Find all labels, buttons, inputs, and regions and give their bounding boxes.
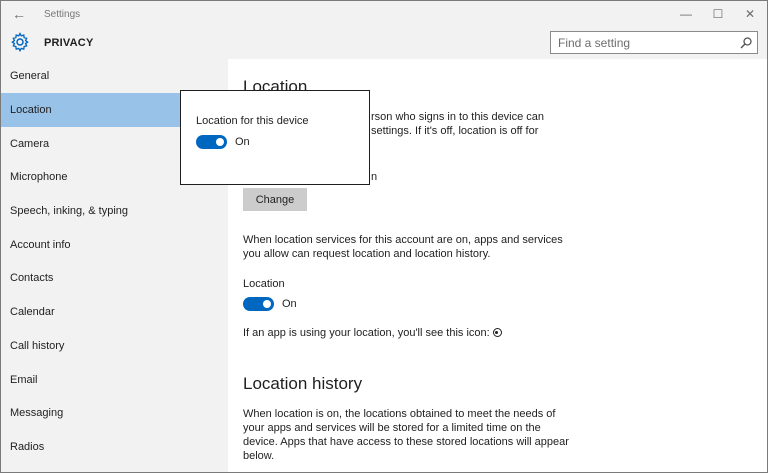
sidebar-item-calendar[interactable]: Calendar — [1, 295, 228, 329]
history-description-line1: When location is on, the locations obtai… — [243, 408, 556, 420]
sidebar-item-contacts[interactable]: Contacts — [1, 261, 228, 295]
account-description-line1: When location services for this account … — [243, 234, 563, 246]
location-device-popup: Location for this device On — [180, 90, 370, 185]
window-title: Settings — [44, 9, 81, 20]
device-location-toggle-state: On — [235, 136, 250, 148]
icon-hint-text: If an app is using your location, you'll… — [243, 327, 490, 339]
device-location-toggle[interactable] — [196, 135, 227, 149]
settings-window: ← Settings — ☐ ✕ PRIVACY General Locatio… — [0, 0, 768, 473]
partial-text: n — [371, 171, 378, 183]
sidebar-item-account-info[interactable]: Account info — [1, 228, 228, 262]
history-description-line4: below. — [243, 450, 275, 462]
location-indicator-icon — [492, 328, 502, 337]
sidebar-item-email[interactable]: Email — [1, 363, 228, 397]
device-description-line2: settings. If it's off, location is off f… — [371, 125, 539, 137]
location-toggle-title: Location — [243, 278, 285, 290]
section-title: PRIVACY — [44, 37, 94, 49]
search-box[interactable] — [550, 31, 758, 54]
minimize-icon[interactable]: — — [673, 5, 699, 23]
change-button[interactable]: Change — [243, 188, 307, 211]
sidebar-item-speech[interactable]: Speech, inking, & typing — [1, 194, 228, 228]
search-input[interactable] — [551, 32, 737, 53]
sidebar-item-radios[interactable]: Radios — [1, 430, 228, 464]
toggle-knob — [263, 300, 271, 308]
gear-icon — [11, 32, 29, 52]
sidebar-item-messaging[interactable]: Messaging — [1, 396, 228, 430]
back-arrow-icon[interactable]: ← — [9, 5, 29, 23]
history-description-line2: your apps and services will be stored fo… — [243, 422, 541, 434]
location-history-heading: Location history — [243, 374, 363, 393]
sidebar-item-general[interactable]: General — [1, 59, 228, 93]
title-bar: ← Settings — ☐ ✕ — [1, 1, 767, 28]
location-toggle[interactable] — [243, 297, 274, 311]
history-description-line3: device. Apps that have access to these s… — [243, 436, 569, 448]
account-description-line2: you allow can request location and locat… — [243, 248, 491, 260]
device-description-line1: rson who signs in to this device can — [371, 111, 545, 123]
sidebar-item-call-history[interactable]: Call history — [1, 329, 228, 363]
location-toggle-state: On — [282, 298, 297, 310]
maximize-icon[interactable]: ☐ — [705, 5, 731, 23]
settings-header: PRIVACY — [1, 28, 767, 59]
close-icon[interactable]: ✕ — [737, 5, 763, 23]
icon-hint-row: If an app is using your location, you'll… — [243, 326, 502, 340]
popup-title: Location for this device — [196, 115, 309, 127]
search-icon[interactable] — [739, 36, 753, 50]
toggle-knob — [216, 138, 224, 146]
